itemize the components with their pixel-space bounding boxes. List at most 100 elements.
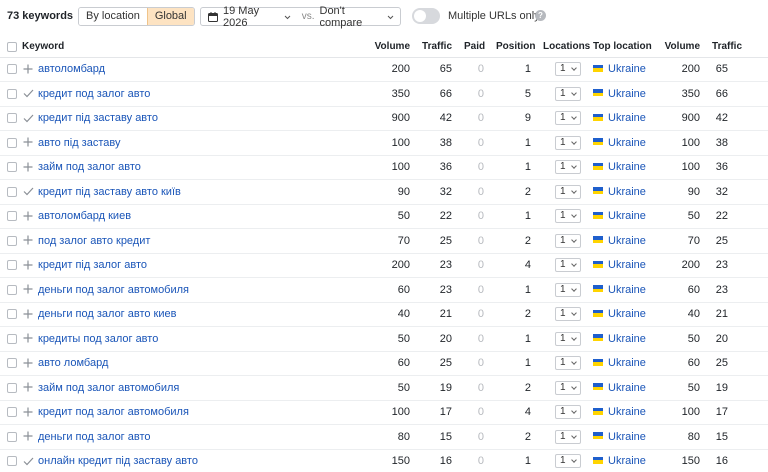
plus-icon[interactable]	[22, 62, 34, 77]
top-location-link[interactable]: Ukraine	[608, 357, 646, 369]
keyword-link[interactable]: кредит під заставу авто	[38, 112, 158, 124]
locations-dropdown[interactable]: 1	[555, 160, 582, 175]
top-location-link[interactable]: Ukraine	[608, 88, 646, 100]
plus-icon[interactable]	[22, 405, 34, 420]
locations-dropdown[interactable]: 1	[555, 258, 582, 273]
locations-dropdown[interactable]: 1	[555, 111, 582, 126]
top-location-link[interactable]: Ukraine	[608, 284, 646, 296]
top-location-link[interactable]: Ukraine	[608, 186, 646, 198]
plus-icon[interactable]	[22, 258, 34, 273]
row-checkbox[interactable]	[7, 260, 17, 271]
keyword-link[interactable]: онлайн кредит під заставу авто	[38, 455, 198, 467]
check-icon[interactable]	[22, 454, 34, 469]
top-location-link[interactable]: Ukraine	[608, 455, 646, 467]
keyword-link[interactable]: кредит під заставу авто київ	[38, 186, 181, 198]
keyword-link[interactable]: займ под залог автомобиля	[38, 382, 179, 394]
row-checkbox[interactable]	[7, 186, 17, 197]
locations-dropdown[interactable]: 1	[555, 331, 582, 346]
locations-dropdown[interactable]: 1	[555, 62, 582, 77]
top-location-link[interactable]: Ukraine	[608, 333, 646, 345]
locations-dropdown[interactable]: 1	[555, 454, 582, 469]
col-location-volume[interactable]: Volume	[656, 37, 707, 58]
locations-dropdown[interactable]: 1	[555, 209, 582, 224]
keyword-link[interactable]: авто ломбард	[38, 357, 108, 369]
check-icon[interactable]	[22, 184, 34, 199]
keyword-link[interactable]: деньги под залог автомобиля	[38, 284, 189, 296]
row-checkbox[interactable]	[7, 211, 17, 222]
row-checkbox[interactable]	[7, 407, 17, 418]
top-location-link[interactable]: Ukraine	[608, 235, 646, 247]
keyword-link[interactable]: кредит под залог авто	[38, 88, 150, 100]
plus-icon[interactable]	[22, 331, 34, 346]
select-all-checkbox[interactable]	[7, 41, 17, 52]
keyword-link[interactable]: кредит под залог автомобиля	[38, 406, 189, 418]
keyword-link[interactable]: деньги под залог авто	[38, 431, 151, 443]
row-checkbox[interactable]	[7, 88, 17, 99]
locations-dropdown[interactable]: 1	[555, 184, 582, 199]
locations-dropdown[interactable]: 1	[555, 282, 582, 297]
row-checkbox[interactable]	[7, 431, 17, 442]
by-location-button[interactable]: By location	[79, 8, 147, 25]
row-checkbox[interactable]	[7, 113, 17, 124]
col-position[interactable]: Position	[490, 37, 538, 58]
check-icon[interactable]	[22, 111, 34, 126]
locations-dropdown[interactable]: 1	[555, 307, 582, 322]
locations-dropdown[interactable]: 1	[555, 135, 582, 150]
col-top-location[interactable]: Top location	[587, 37, 657, 58]
row-checkbox[interactable]	[7, 137, 17, 148]
top-location-link[interactable]: Ukraine	[608, 161, 646, 173]
plus-icon[interactable]	[22, 429, 34, 444]
keyword-link[interactable]: автоломбард киев	[38, 210, 131, 222]
top-location-link[interactable]: Ukraine	[608, 308, 646, 320]
top-location-link[interactable]: Ukraine	[608, 259, 646, 271]
top-location-link[interactable]: Ukraine	[608, 63, 646, 75]
row-checkbox[interactable]	[7, 162, 17, 173]
global-button[interactable]: Global	[146, 8, 194, 25]
locations-dropdown[interactable]: 1	[555, 405, 582, 420]
row-checkbox[interactable]	[7, 309, 17, 320]
col-volume[interactable]: Volume	[365, 37, 417, 58]
locations-dropdown[interactable]: 1	[555, 429, 582, 444]
row-checkbox[interactable]	[7, 382, 17, 393]
top-location-link[interactable]: Ukraine	[608, 112, 646, 124]
row-checkbox[interactable]	[7, 284, 17, 295]
locations-dropdown[interactable]: 1	[555, 356, 582, 371]
keyword-link[interactable]: кредиты под залог авто	[38, 333, 158, 345]
plus-icon[interactable]	[22, 380, 34, 395]
plus-icon[interactable]	[22, 135, 34, 150]
check-icon[interactable]	[22, 86, 34, 101]
keyword-link[interactable]: авто під заставу	[38, 137, 120, 149]
help-icon[interactable]: ?	[535, 10, 546, 21]
multiple-urls-toggle[interactable]	[412, 8, 440, 24]
plus-icon[interactable]	[22, 307, 34, 322]
locations-dropdown[interactable]: 1	[555, 233, 582, 248]
top-location-link[interactable]: Ukraine	[608, 137, 646, 149]
plus-icon[interactable]	[22, 282, 34, 297]
top-location-link[interactable]: Ukraine	[608, 382, 646, 394]
keyword-link[interactable]: под залог авто кредит	[38, 235, 150, 247]
locations-dropdown[interactable]: 1	[555, 380, 582, 395]
row-checkbox[interactable]	[7, 333, 17, 344]
plus-icon[interactable]	[22, 233, 34, 248]
col-keyword[interactable]: Keyword	[18, 37, 366, 58]
plus-icon[interactable]	[22, 356, 34, 371]
keyword-link[interactable]: кредит під залог авто	[38, 259, 147, 271]
keyword-link[interactable]: займ под залог авто	[38, 161, 141, 173]
top-location-link[interactable]: Ukraine	[608, 210, 646, 222]
keyword-link[interactable]: деньги под залог авто киев	[38, 308, 176, 320]
keyword-link[interactable]: автоломбард	[38, 63, 105, 75]
col-paid[interactable]: Paid	[458, 37, 491, 58]
row-checkbox[interactable]	[7, 64, 17, 75]
col-locations[interactable]: Locations	[537, 37, 590, 58]
col-traffic[interactable]: Traffic	[416, 37, 459, 58]
locations-dropdown[interactable]: 1	[555, 86, 582, 101]
plus-icon[interactable]	[22, 209, 34, 224]
col-location-traffic[interactable]: Traffic	[706, 37, 768, 58]
row-checkbox[interactable]	[7, 358, 17, 369]
row-checkbox[interactable]	[7, 235, 17, 246]
top-location-link[interactable]: Ukraine	[608, 406, 646, 418]
top-location-link[interactable]: Ukraine	[608, 431, 646, 443]
plus-icon[interactable]	[22, 160, 34, 175]
row-checkbox[interactable]	[7, 456, 17, 467]
date-compare-selector[interactable]: 19 May 2026 vs. Don't compare	[200, 5, 401, 29]
